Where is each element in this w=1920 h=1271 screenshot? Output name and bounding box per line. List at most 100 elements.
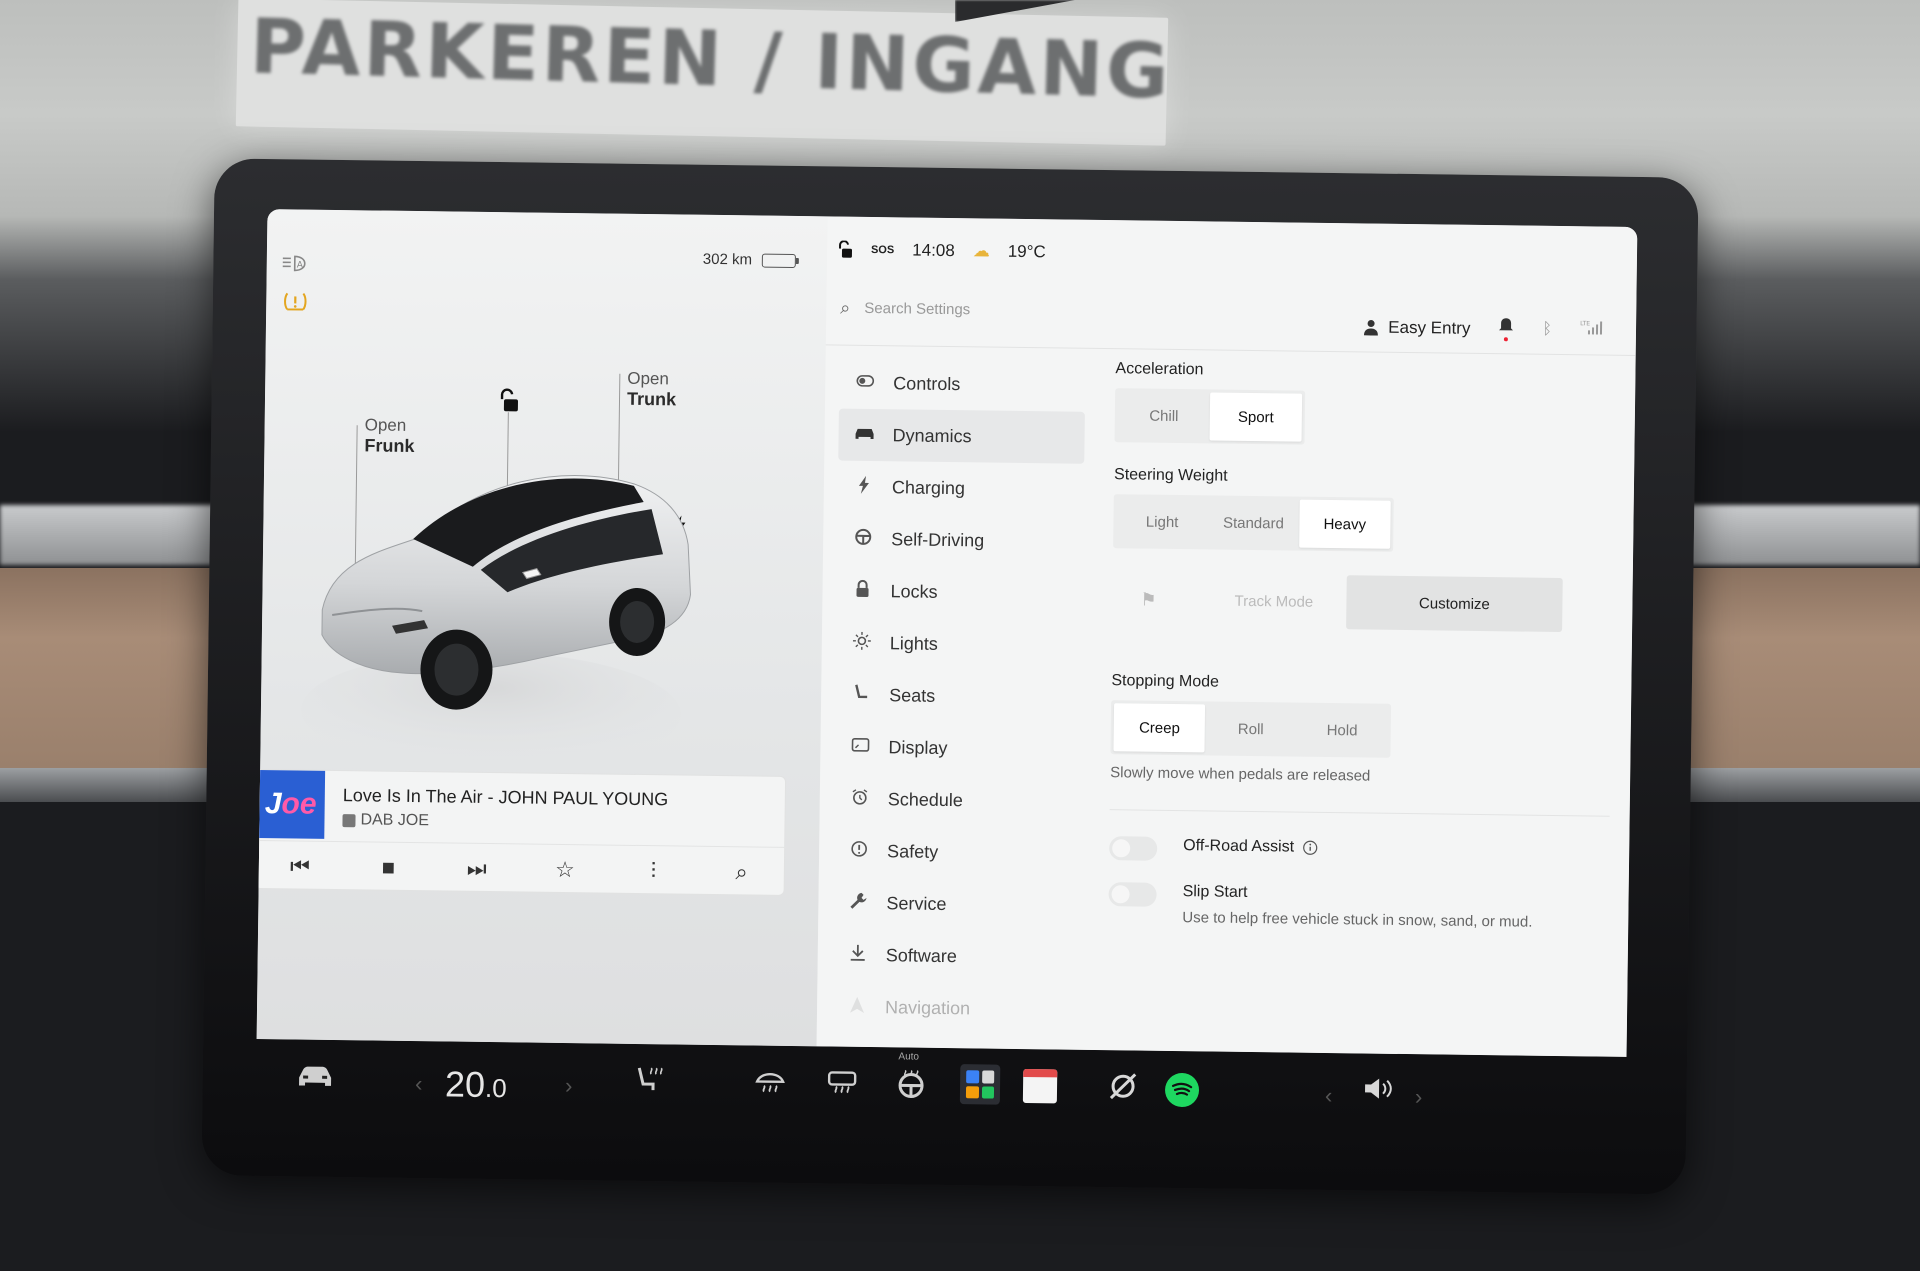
settings-nav: Controls Dynamics Charging Self-Driving Lock…: [831, 357, 1086, 1036]
range-value: 302 km: [702, 250, 753, 269]
wrench-icon: [848, 891, 868, 914]
calendar-app-icon[interactable]: [1022, 1068, 1058, 1104]
next-track-icon[interactable]: ⏭: [457, 855, 497, 882]
open-frunk-action: Open: [364, 415, 407, 435]
settings-nav-label: Schedule: [887, 788, 964, 810]
media-controls: ⏮ ■ ⏭ ☆ ⫶ ⌕: [256, 839, 787, 897]
driver-profile-button[interactable]: Easy Entry: [1364, 317, 1471, 338]
volume-down-chevron-icon[interactable]: ‹: [1325, 1083, 1333, 1109]
svg-text:A: A: [297, 260, 304, 270]
favorite-star-icon[interactable]: ☆: [545, 856, 585, 883]
weather-icon: ☁: [972, 241, 990, 261]
acceleration-option-sport[interactable]: Sport: [1209, 392, 1303, 442]
acceleration-selector: Chill Sport: [1114, 388, 1306, 445]
settings-nav-item-service[interactable]: Service: [832, 877, 1079, 932]
phone-app-tile: [981, 1085, 995, 1099]
section-divider: [1109, 809, 1610, 817]
settings-nav-item-lights[interactable]: Lights: [836, 617, 1083, 672]
settings-nav-item-charging[interactable]: Charging: [838, 461, 1085, 516]
camera-off-icon[interactable]: [1107, 1070, 1140, 1109]
settings-nav-item-navigation[interactable]: Navigation: [831, 981, 1078, 1036]
settings-nav-label: Dynamics: [892, 424, 972, 446]
sos-indicator[interactable]: SOS: [871, 244, 894, 256]
slip-start-row: Slip Start Use to help free vehicle stuc…: [1108, 882, 1609, 932]
previous-track-icon[interactable]: ⏮: [280, 853, 320, 880]
temp-increase-chevron-icon[interactable]: ›: [565, 1073, 573, 1099]
customize-button[interactable]: Customize: [1346, 575, 1563, 633]
bluetooth-icon[interactable]: ᛒ: [1542, 320, 1552, 338]
steering-heat-auto-label: Auto: [898, 1051, 920, 1063]
stopping-mode-option-roll[interactable]: Roll: [1205, 704, 1297, 753]
info-circle-icon: [849, 839, 869, 862]
settings-nav-item-display[interactable]: Display: [834, 721, 1081, 776]
vehicle-panel: A 302 km Open Frunk Open Trunk J oe Love…: [256, 209, 828, 1047]
info-icon[interactable]: [1302, 840, 1318, 856]
settings-nav-item-locks[interactable]: Locks: [836, 565, 1083, 620]
open-trunk-button[interactable]: Open Trunk: [627, 369, 677, 410]
vehicle-illustration: [300, 475, 691, 773]
settings-nav-item-controls[interactable]: Controls: [839, 357, 1086, 412]
media-search-icon[interactable]: ⌕: [721, 859, 761, 886]
slip-start-toggle[interactable]: [1108, 882, 1157, 907]
spotify-app-icon[interactable]: [1164, 1072, 1200, 1108]
unlock-icon[interactable]: [497, 388, 521, 414]
slip-start-label: Slip Start: [1182, 883, 1248, 901]
off-road-assist-label: Off-Road Assist: [1183, 837, 1295, 856]
settings-nav-label: Safety: [887, 840, 939, 862]
person-icon: [1364, 319, 1379, 336]
stopping-mode-option-creep[interactable]: Creep: [1113, 703, 1206, 753]
stopping-mode-option-hold[interactable]: Hold: [1296, 706, 1388, 755]
dab-icon: [342, 813, 356, 827]
settings-nav-item-seats[interactable]: Seats: [835, 669, 1082, 724]
bluetooth-app-tile: [966, 1070, 979, 1083]
search-settings-input[interactable]: ⌕ Search Settings: [840, 289, 1200, 332]
battery-icon: [761, 253, 797, 268]
temp-decrease-chevron-icon[interactable]: ‹: [415, 1071, 423, 1097]
steering-weight-selector: Light Standard Heavy: [1113, 494, 1394, 552]
bottom-dock: ‹ 20.0 › Auto ‹ ›: [254, 1039, 1645, 1143]
steering-weight-option-standard[interactable]: Standard: [1207, 498, 1299, 547]
navigation-arrow-icon: [847, 996, 867, 1017]
open-trunk-target: Trunk: [626, 388, 677, 410]
steering-weight-option-heavy[interactable]: Heavy: [1298, 499, 1391, 549]
volume-up-chevron-icon[interactable]: ›: [1415, 1084, 1423, 1110]
settings-nav-label: Locks: [890, 580, 938, 602]
car-controls-icon[interactable]: [295, 1063, 335, 1097]
clock: 14:08: [912, 240, 955, 261]
notification-bell-icon[interactable]: [1498, 317, 1514, 342]
open-trunk-action: Open: [627, 368, 670, 389]
door-unlocked-icon[interactable]: [837, 240, 853, 259]
settings-nav-label: Display: [888, 736, 948, 758]
steering-wheel-heat-icon[interactable]: [895, 1067, 928, 1106]
cabin-temperature-decimal: .0: [484, 1072, 507, 1104]
seat-icon: [851, 683, 871, 706]
settings-nav-item-safety[interactable]: Safety: [833, 825, 1080, 880]
dynamics-settings: Acceleration Chill Sport Steering Weight …: [1108, 360, 1616, 953]
sun-icon: [852, 631, 872, 654]
outside-temperature: 19°C: [1007, 241, 1046, 262]
settings-nav-item-dynamics[interactable]: Dynamics: [838, 408, 1085, 464]
driver-profile-name: Easy Entry: [1388, 317, 1471, 338]
station-logo-accent: oe: [281, 787, 317, 821]
off-road-assist-toggle[interactable]: [1109, 836, 1158, 861]
settings-nav-item-self-driving[interactable]: Self-Driving: [837, 513, 1084, 568]
search-icon: ⌕: [840, 297, 851, 318]
equalizer-icon[interactable]: ⫶: [633, 857, 673, 884]
track-mode-button[interactable]: ⚑ Track Mode: [1112, 572, 1333, 629]
media-player: Joe Love Is In The Air - JOHN PAUL YOUNG…: [256, 768, 787, 897]
front-defrost-icon[interactable]: [753, 1067, 787, 1102]
seat-heater-icon[interactable]: [633, 1064, 664, 1103]
bolt-icon: [854, 475, 874, 498]
stop-icon[interactable]: ■: [368, 854, 408, 881]
acceleration-option-chill[interactable]: Chill: [1118, 391, 1211, 440]
settings-nav-item-software[interactable]: Software: [831, 929, 1078, 984]
volume-speaker-icon[interactable]: [1363, 1075, 1393, 1108]
steering-wheel-icon: [853, 527, 873, 550]
cabin-temperature[interactable]: 20.0: [445, 1063, 507, 1106]
now-playing-title: Love Is In The Air - JOHN PAUL YOUNG: [342, 785, 669, 810]
alarm-clock-icon: [850, 787, 870, 810]
app-launcher-icon[interactable]: [959, 1064, 1001, 1105]
settings-nav-item-schedule[interactable]: Schedule: [833, 773, 1080, 828]
rear-defrost-icon[interactable]: [825, 1068, 859, 1103]
steering-weight-option-light[interactable]: Light: [1116, 497, 1208, 546]
